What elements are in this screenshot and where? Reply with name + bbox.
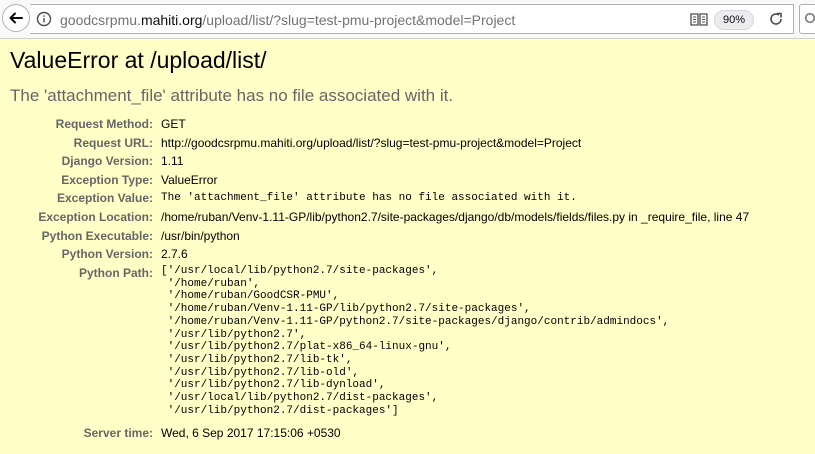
- meta-value: ValueError: [161, 173, 218, 187]
- back-arrow-icon: [9, 12, 23, 24]
- meta-value: http://goodcsrpmu.mahiti.org/upload/list…: [161, 136, 582, 150]
- python-path-entry: '/home/ruban/Venv-1.11-GP/lib/python2.7/…: [161, 303, 531, 316]
- meta-value: GET: [161, 117, 186, 131]
- back-button[interactable]: [2, 4, 30, 32]
- python-path-entry: '/home/ruban/GoodCSR-PMU',: [161, 290, 340, 303]
- search-icon: [804, 12, 815, 24]
- meta-row-django-version: Django Version: 1.11: [0, 152, 815, 171]
- python-path-entry: '/home/ruban/Venv-1.11-GP/python2.7/site…: [161, 315, 670, 328]
- error-title: ValueError at /upload/list/: [10, 47, 267, 73]
- info-icon[interactable]: [36, 11, 52, 27]
- python-path-entry: '/home/ruban',: [161, 277, 261, 290]
- zoom-level-button[interactable]: 90%: [714, 10, 754, 30]
- python-path-entry: '/usr/lib/python2.7/lib-dynload',: [161, 379, 386, 392]
- meta-label: Exception Type:: [61, 173, 153, 187]
- meta-row-exception-location: Exception Location: /home/ruban/Venv-1.1…: [0, 208, 815, 227]
- meta-value: Wed, 6 Sep 2017 17:15:06 +0530: [161, 426, 341, 440]
- meta-row-request-url: Request URL: http://goodcsrpmu.mahiti.or…: [0, 134, 815, 153]
- error-subtitle: The 'attachment_file' attribute has no f…: [10, 86, 454, 105]
- meta-label: Request URL:: [73, 136, 153, 150]
- url-domain: mahiti.org: [140, 12, 203, 28]
- meta-label: Exception Location:: [38, 210, 153, 224]
- meta-label: Django Version:: [61, 154, 153, 168]
- search-input[interactable]: [799, 4, 815, 34]
- python-path-entry: '/usr/local/lib/python2.7/dist-packages'…: [161, 392, 439, 405]
- meta-value: The 'attachment_file' attribute has no f…: [161, 192, 577, 204]
- python-path-entry: '/usr/lib/python2.7/plat-x86_64-linux-gn…: [161, 341, 452, 354]
- python-path-list: ['/usr/local/lib/python2.7/site-packages…: [161, 265, 669, 417]
- meta-value: /usr/bin/python: [161, 229, 240, 243]
- reload-icon[interactable]: [768, 11, 784, 27]
- address-bar[interactable]: goodcsrpmu.mahiti.org/upload/list/?slug=…: [30, 4, 794, 34]
- meta-label: Request Method:: [55, 117, 153, 131]
- meta-row-request-method: Request Method: GET: [0, 115, 815, 134]
- meta-row-python-executable: Python Executable: /usr/bin/python: [0, 227, 815, 246]
- meta-label: Server time:: [83, 426, 153, 440]
- url-path: /upload/list/?slug=test-pmu-project&mode…: [202, 12, 516, 28]
- reader-view-icon[interactable]: [690, 12, 708, 27]
- meta-row-server-time: Server time: Wed, 6 Sep 2017 17:15:06 +0…: [0, 424, 815, 443]
- meta-label: Python Path:: [79, 266, 153, 280]
- meta-row-exception-value: Exception Value: The 'attachment_file' a…: [0, 189, 815, 208]
- meta-value: 1.11: [161, 154, 184, 168]
- python-path-entry: '/usr/lib/python2.7',: [161, 328, 307, 341]
- python-path-entry: '/usr/lib/python2.7/lib-old',: [161, 366, 360, 379]
- meta-row-python-version: Python Version: 2.7.6: [0, 245, 815, 264]
- meta-label: Exception Value:: [56, 191, 153, 205]
- meta-value: 2.7.6: [161, 247, 188, 261]
- python-path-entry: ['/usr/local/lib/python2.7/site-packages…: [161, 265, 439, 277]
- meta-row-exception-type: Exception Type: ValueError: [0, 171, 815, 190]
- meta-label: Python Version:: [61, 247, 153, 261]
- meta-label: Python Executable:: [41, 229, 153, 243]
- meta-value: /home/ruban/Venv-1.11-GP/lib/python2.7/s…: [161, 210, 750, 224]
- python-path-entry: '/usr/lib/python2.7/dist-packages']: [161, 404, 399, 417]
- url-text[interactable]: goodcsrpmu.mahiti.org/upload/list/?slug=…: [60, 11, 515, 29]
- url-prefix: goodcsrpmu.: [60, 12, 141, 28]
- python-path-entry: '/usr/lib/python2.7/lib-tk',: [161, 353, 353, 366]
- browser-toolbar: goodcsrpmu.mahiti.org/upload/list/?slug=…: [0, 0, 815, 39]
